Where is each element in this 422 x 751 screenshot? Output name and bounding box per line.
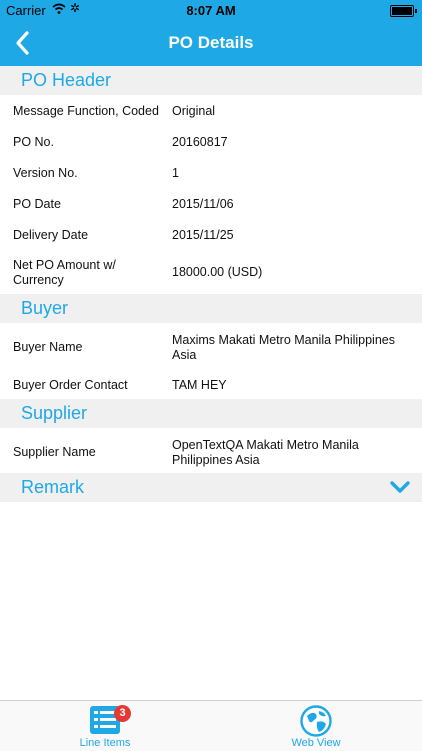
battery-icon [390,5,417,17]
status-bar: Carrier ✲ 8:07 AM [0,0,422,21]
detail-row: PO No. 20160817 [0,126,422,157]
detail-row: Buyer Order Contact TAM HEY [0,369,422,399]
field-label: Supplier Name [13,445,96,459]
field-label: Buyer Name [13,340,83,354]
field-value-line: Maxims Makati Metro Manila Philippines [172,333,395,347]
detail-row: Supplier Name OpenTextQA Makati Metro Ma… [0,428,422,473]
page-title: PO Details [168,33,254,52]
tab-label: Web View [291,737,341,749]
field-label-line: Currency [13,273,64,287]
field-label: Buyer Order Contact [13,378,128,392]
field-label: PO No. [13,135,54,149]
tab-web-view[interactable]: Web View [261,701,371,751]
field-value-line: Asia [172,348,197,362]
field-label: Version No. [13,166,78,180]
section-header-buyer: Buyer [0,294,422,323]
section-title-supplier: Supplier [21,403,88,423]
field-value: 20160817 [172,135,228,149]
field-value: OpenTextQA Makati Metro Manila Philippin… [172,438,412,468]
detail-row: Message Function, Coded Original [0,95,422,126]
field-value: 2015/11/25 [172,228,234,242]
chevron-down-icon[interactable] [388,479,412,495]
tab-bar: 3 Line Items Web View [0,700,422,751]
field-label: PO Date [13,197,61,211]
field-label: Net PO Amount w/ Currency [13,258,116,288]
field-value: 2015/11/06 [172,197,234,211]
detail-row: Buyer Name Maxims Makati Metro Manila Ph… [0,323,422,369]
detail-row: Delivery Date 2015/11/25 [0,219,422,250]
field-value: 18000.00 (USD) [172,265,263,279]
field-label: Message Function, Coded [13,104,159,118]
field-value-line: Philippines Asia [172,453,260,467]
detail-row: PO Date 2015/11/06 [0,188,422,219]
field-value: TAM HEY [172,378,227,392]
navigation-bar: PO Details [0,21,422,66]
tab-line-items[interactable]: 3 Line Items [50,701,160,751]
section-header-remark[interactable]: Remark [0,473,422,502]
section-header-po: PO Header [0,66,422,95]
section-title-buyer: Buyer [21,298,69,318]
field-label-line: Net PO Amount w/ [13,258,116,272]
detail-row: Version No. 1 [0,157,422,188]
section-header-supplier: Supplier [0,399,422,428]
status-time: 8:07 AM [186,3,236,18]
section-title-remark: Remark [21,477,85,497]
field-value: Original [172,104,216,118]
section-title-po-header: PO Header [21,70,112,90]
field-value: 1 [172,166,179,180]
field-value: Maxims Makati Metro Manila Philippines A… [172,333,412,363]
tab-label: Line Items [79,737,131,749]
line-items-badge: 3 [114,705,131,722]
field-label: Delivery Date [13,228,89,242]
detail-row: Net PO Amount w/ Currency 18000.00 (USD) [0,250,422,294]
field-value-line: OpenTextQA Makati Metro Manila [172,438,359,452]
